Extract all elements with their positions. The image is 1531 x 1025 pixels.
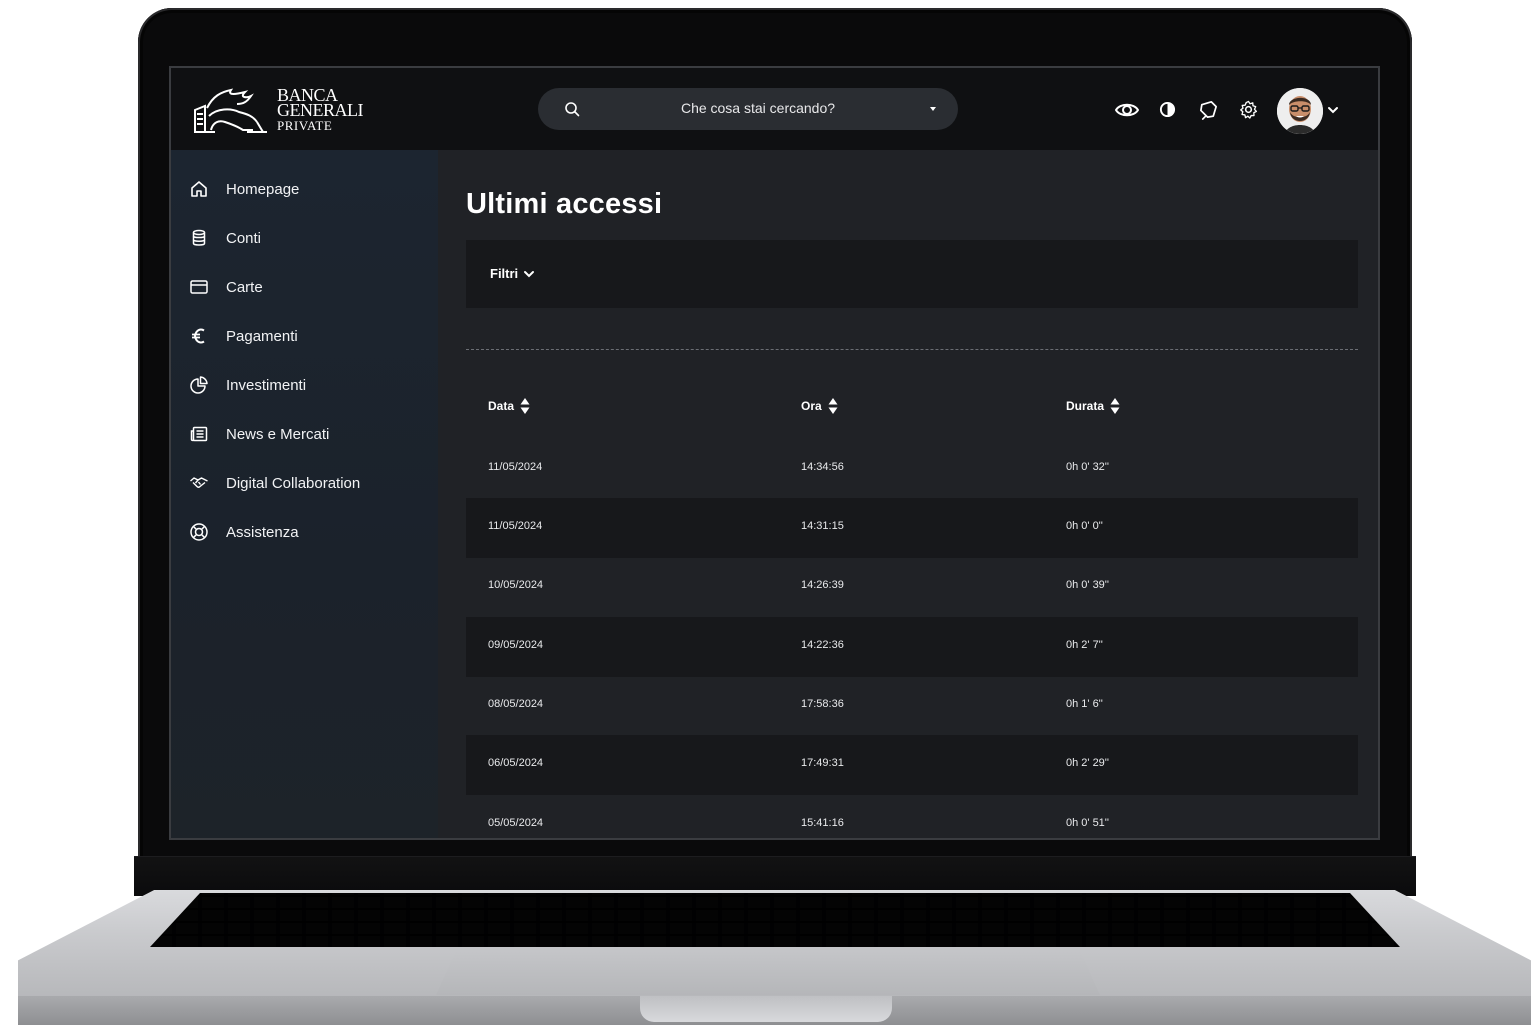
app-screen: BANCA GENERALI PRIVATE Che cosa stai cer…: [169, 66, 1380, 840]
pie-chart-icon: [190, 376, 208, 394]
cell-data: 11/05/2024: [488, 520, 543, 532]
contrast-icon[interactable]: [1159, 101, 1176, 118]
column-header-label: Data: [488, 399, 515, 413]
sidebar-item-label: Digital Collaboration: [226, 474, 361, 492]
filter-panel: Filtri: [466, 240, 1358, 308]
cell-durata: 0h 0' 32'': [1066, 461, 1110, 473]
filter-toggle-button[interactable]: Filtri: [490, 266, 535, 281]
lifebuoy-icon: [190, 523, 208, 541]
sidebar-item-label: Homepage: [226, 180, 300, 198]
laptop-trackpad: [436, 951, 1100, 995]
cell-data: 09/05/2024: [488, 639, 544, 651]
sidebar-item-carte[interactable]: Carte: [189, 273, 429, 301]
cell-data: 10/05/2024: [488, 579, 544, 591]
notification-icon[interactable]: [1198, 99, 1219, 120]
table-row: 06/05/2024 17:49:31 0h 2' 29'': [466, 735, 1358, 795]
table-row: 10/05/2024 14:26:39 0h 0' 39'': [466, 557, 1358, 617]
table-row: 09/05/2024 14:22:36 0h 2' 7'': [466, 617, 1358, 677]
column-header-label: Durata: [1066, 399, 1105, 413]
cell-ora: 17:49:31: [801, 757, 844, 769]
brand-logo[interactable]: BANCA GENERALI PRIVATE: [191, 86, 363, 136]
search-icon: [565, 102, 580, 117]
sidebar-item-investimenti[interactable]: Investimenti: [189, 371, 429, 399]
sidebar-item-label: News e Mercati: [226, 425, 330, 443]
cell-ora: 14:34:56: [801, 461, 844, 473]
cell-durata: 0h 2' 7'': [1066, 639, 1103, 651]
sidebar-item-news-e-mercati[interactable]: News e Mercati: [189, 420, 429, 448]
main-content: Ultimi accessi Filtri Data Ora Durata 11…: [438, 150, 1378, 838]
cell-ora: 14:26:39: [801, 579, 844, 591]
brand-wordmark: BANCA GENERALI PRIVATE: [277, 86, 363, 133]
sidebar: Homepage Conti Carte Pagamenti Investime…: [171, 150, 438, 838]
search-input[interactable]: Che cosa stai cercando?: [598, 100, 918, 116]
table-row: 11/05/2024 14:31:15 0h 0' 0'': [466, 498, 1358, 558]
sidebar-item-assistenza[interactable]: Assistenza: [189, 518, 429, 546]
cell-data: 11/05/2024: [488, 461, 543, 473]
cell-ora: 14:31:15: [801, 520, 844, 532]
sort-icon: [828, 398, 838, 414]
table-row: 08/05/2024 17:58:36 0h 1' 6'': [466, 676, 1358, 736]
sidebar-item-label: Conti: [226, 229, 262, 247]
home-icon: [191, 181, 207, 197]
avatar[interactable]: [1277, 88, 1323, 134]
sidebar-item-label: Assistenza: [226, 523, 299, 541]
user-photo-icon: [1277, 88, 1323, 134]
cell-ora: 17:58:36: [801, 698, 844, 710]
handshake-icon: [190, 477, 208, 488]
sidebar-item-digital-collaboration[interactable]: Digital Collaboration: [189, 469, 429, 497]
cell-durata: 0h 0' 51'': [1066, 817, 1110, 829]
laptop-opening-notch: [640, 996, 892, 1022]
cell-durata: 0h 0' 0'': [1066, 520, 1103, 532]
page-title: Ultimi accessi: [466, 188, 663, 220]
sidebar-item-conti[interactable]: Conti: [189, 224, 429, 252]
card-icon: [190, 280, 208, 294]
eye-icon[interactable]: [1115, 99, 1139, 121]
table-row: 11/05/2024 14:34:56 0h 0' 32'': [466, 439, 1358, 499]
chevron-down-icon[interactable]: [1327, 105, 1339, 115]
cell-durata: 0h 1' 6'': [1066, 698, 1103, 710]
table-row: 05/05/2024 15:41:16 0h 0' 51'': [466, 795, 1358, 838]
column-header-ora[interactable]: Ora: [801, 397, 838, 415]
caret-down-icon[interactable]: [930, 107, 936, 111]
cell-durata: 0h 2' 29'': [1066, 757, 1110, 769]
search-bar[interactable]: Che cosa stai cercando?: [538, 88, 958, 130]
cell-data: 08/05/2024: [488, 698, 544, 710]
section-divider: [466, 349, 1358, 350]
cell-data: 06/05/2024: [488, 757, 544, 769]
lion-logo-icon: [194, 88, 267, 133]
brand-line-3: PRIVATE: [277, 118, 333, 133]
top-bar: BANCA GENERALI PRIVATE Che cosa stai cer…: [171, 68, 1378, 150]
sort-icon: [1110, 398, 1120, 414]
newspaper-icon: [190, 426, 208, 442]
sidebar-item-homepage[interactable]: Homepage: [189, 175, 429, 203]
column-header-data[interactable]: Data: [488, 397, 530, 415]
column-header-durata[interactable]: Durata: [1066, 397, 1120, 415]
cell-durata: 0h 0' 39'': [1066, 579, 1110, 591]
sidebar-item-label: Carte: [226, 278, 263, 296]
brand-line-2: GENERALI: [277, 100, 363, 120]
cell-ora: 15:41:16: [801, 817, 844, 829]
column-header-label: Ora: [801, 399, 822, 413]
cell-ora: 14:22:36: [801, 639, 844, 651]
sort-icon: [520, 398, 530, 414]
sidebar-item-label: Investimenti: [226, 376, 307, 394]
cell-data: 05/05/2024: [488, 817, 544, 829]
chevron-down-icon: [524, 270, 535, 277]
laptop-keyboard: [150, 893, 1400, 947]
filter-label: Filtri: [490, 266, 519, 281]
coins-icon: [192, 229, 206, 246]
sidebar-item-pagamenti[interactable]: Pagamenti: [189, 322, 429, 350]
gear-icon[interactable]: [1239, 100, 1258, 119]
sidebar-item-label: Pagamenti: [226, 327, 298, 345]
euro-icon: [192, 328, 205, 344]
